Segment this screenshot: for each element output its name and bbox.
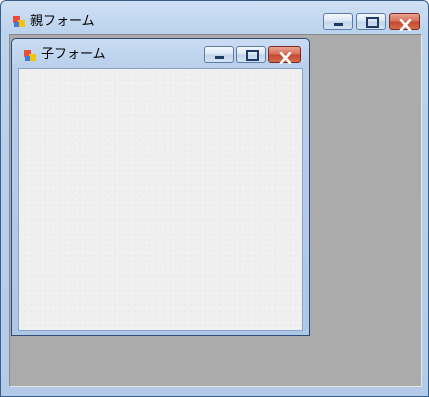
child-client-area[interactable]	[18, 68, 303, 331]
child-window: 子フォーム	[11, 38, 310, 336]
maximize-icon	[366, 17, 379, 28]
windows-form-icon	[23, 48, 37, 62]
mdi-client-area: 子フォーム	[9, 34, 422, 387]
child-close-button[interactable]	[268, 46, 301, 65]
windows-form-icon	[12, 14, 26, 28]
child-window-title: 子フォーム	[41, 47, 106, 62]
parent-title-bar[interactable]: 親フォーム	[1, 1, 428, 32]
parent-window-title: 親フォーム	[30, 14, 95, 29]
parent-maximize-button[interactable]	[356, 13, 386, 30]
minimize-icon	[215, 56, 224, 59]
parent-close-button[interactable]	[389, 13, 420, 32]
child-maximize-button[interactable]	[236, 46, 266, 63]
maximize-icon	[246, 50, 259, 61]
parent-minimize-button[interactable]	[323, 13, 353, 30]
child-minimize-button[interactable]	[204, 46, 234, 63]
minimize-icon	[334, 23, 343, 26]
close-icon	[399, 16, 412, 35]
child-title-bar[interactable]: 子フォーム	[12, 39, 309, 67]
close-icon	[279, 49, 292, 68]
parent-window: 親フォーム 子フォーム	[0, 0, 429, 397]
